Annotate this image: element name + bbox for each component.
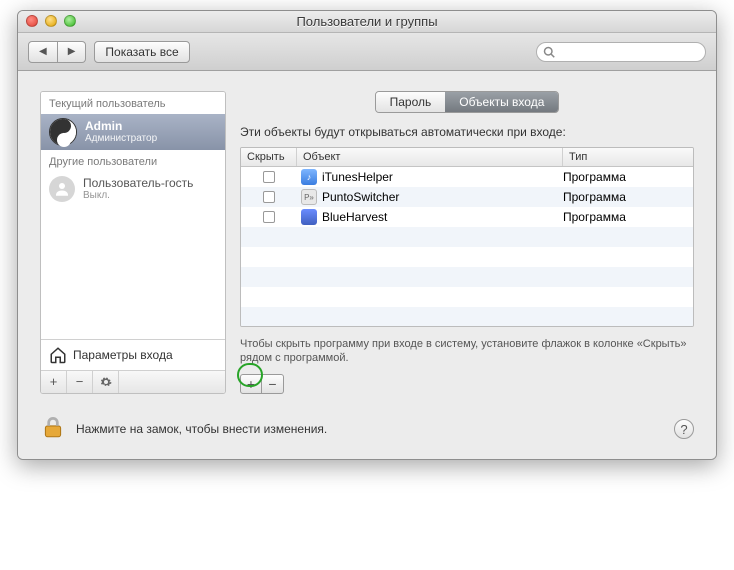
user-avatar-icon — [49, 118, 77, 146]
user-name: Admin — [85, 119, 157, 133]
gear-icon — [100, 376, 112, 388]
add-remove-group: + − — [240, 374, 694, 394]
guest-status: Выкл. — [83, 190, 193, 202]
zoom-window-button[interactable] — [64, 15, 76, 27]
window-title: Пользователи и группы — [296, 14, 437, 29]
app-icon: ♪ — [301, 169, 317, 185]
item-name: BlueHarvest — [322, 210, 387, 224]
hide-checkbox[interactable] — [263, 191, 275, 203]
sidebar-user-guest[interactable]: Пользователь-гость Выкл. — [41, 172, 225, 206]
remove-item-button[interactable]: − — [262, 374, 284, 394]
add-user-button[interactable]: + — [41, 371, 67, 393]
col-object[interactable]: Объект — [297, 148, 563, 166]
hide-checkbox[interactable] — [263, 171, 275, 183]
show-all-button[interactable]: Показать все — [94, 41, 189, 63]
sidebar-user-admin[interactable]: Admin Администратор — [41, 114, 225, 150]
table-row[interactable]: BlueHarvest Программа — [241, 207, 693, 227]
window-controls — [26, 15, 76, 27]
col-type[interactable]: Тип — [563, 148, 693, 166]
table-row-empty — [241, 267, 693, 287]
user-actions-button[interactable] — [93, 371, 119, 393]
guest-name: Пользователь-гость — [83, 176, 193, 190]
footer: Нажмите на замок, чтобы внести изменения… — [18, 406, 716, 459]
app-icon: P» — [301, 189, 317, 205]
item-type: Программа — [563, 210, 693, 224]
lock-button[interactable] — [40, 414, 66, 445]
lock-icon — [40, 414, 66, 440]
content-area: Текущий пользователь Admin Администратор… — [18, 71, 716, 406]
search-icon — [543, 46, 555, 58]
current-user-header: Текущий пользователь — [41, 92, 225, 114]
house-icon — [49, 346, 67, 364]
sidebar-buttons: + − — [41, 370, 225, 393]
lock-text: Нажмите на замок, чтобы внести изменения… — [76, 422, 664, 436]
login-items-caption: Эти объекты будут открываться автоматиче… — [240, 125, 694, 139]
table-header: Скрыть Объект Тип — [241, 148, 693, 167]
table-row-empty — [241, 287, 693, 307]
item-name: PuntoSwitcher — [322, 190, 399, 204]
table-row[interactable]: ♪ iTunesHelper Программа — [241, 167, 693, 187]
chevron-left-icon: ◀ — [39, 46, 47, 57]
tab-password[interactable]: Пароль — [376, 92, 446, 112]
forward-button[interactable]: ▶ — [58, 41, 87, 63]
item-type: Программа — [563, 190, 693, 204]
table-row-empty — [241, 247, 693, 267]
minimize-window-button[interactable] — [45, 15, 57, 27]
login-items-table: Скрыть Объект Тип ♪ iTunesHelper Программа… — [240, 147, 694, 327]
user-sidebar: Текущий пользователь Admin Администратор… — [40, 91, 226, 394]
search-field[interactable] — [536, 42, 706, 62]
app-icon — [301, 209, 317, 225]
item-type: Программа — [563, 170, 693, 184]
nav-group: ◀ ▶ — [28, 41, 86, 63]
close-window-button[interactable] — [26, 15, 38, 27]
back-button[interactable]: ◀ — [28, 41, 58, 63]
titlebar: Пользователи и группы — [18, 11, 716, 33]
hide-note: Чтобы скрыть программу при входе в систе… — [240, 337, 694, 366]
toolbar: ◀ ▶ Показать все — [18, 33, 716, 71]
login-options-button[interactable]: Параметры входа — [41, 339, 225, 370]
add-item-button[interactable]: + — [240, 374, 262, 394]
guest-avatar-icon — [49, 176, 75, 202]
other-users-header: Другие пользователи — [41, 150, 225, 172]
tab-login-items[interactable]: Объекты входа — [445, 92, 558, 112]
table-row-empty — [241, 227, 693, 247]
login-options-label: Параметры входа — [73, 348, 173, 362]
preferences-window: Пользователи и группы ◀ ▶ Показать все Т… — [17, 10, 717, 460]
remove-user-button[interactable]: − — [67, 371, 93, 393]
item-name: iTunesHelper — [322, 170, 393, 184]
search-input[interactable] — [559, 46, 699, 58]
user-role: Администратор — [85, 133, 157, 145]
table-row-empty — [241, 307, 693, 327]
col-hide[interactable]: Скрыть — [241, 148, 297, 166]
main-panel: Пароль Объекты входа Эти объекты будут о… — [240, 91, 694, 394]
chevron-right-icon: ▶ — [68, 46, 76, 57]
table-row[interactable]: P» PuntoSwitcher Программа — [241, 187, 693, 207]
hide-checkbox[interactable] — [263, 211, 275, 223]
help-button[interactable]: ? — [674, 419, 694, 439]
tabs: Пароль Объекты входа — [240, 91, 694, 113]
